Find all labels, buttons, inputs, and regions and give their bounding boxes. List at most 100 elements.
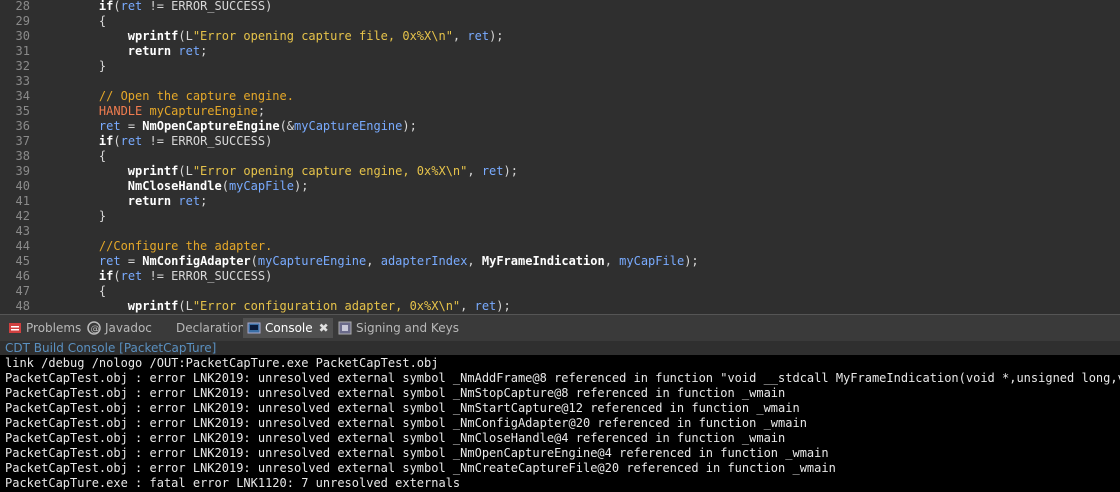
code-line: 35 HANDLE myCaptureEngine; — [0, 104, 1120, 119]
code-text: if(ret != ERROR_SUCCESS) — [70, 0, 272, 14]
code-token: } — [70, 209, 107, 223]
code-token: adapterIndex — [380, 254, 468, 268]
console-line: PacketCapTest.obj : error LNK2019: unres… — [5, 386, 786, 400]
console-line: PacketCapTest.obj : error LNK2019: unres… — [5, 446, 829, 460]
line-number: 35 — [15, 104, 30, 118]
code-token: (L — [178, 29, 193, 43]
code-line: 47 { — [0, 284, 1120, 299]
code-token: ); — [684, 254, 699, 268]
tab-declaration[interactable]: Declaration — [158, 318, 245, 338]
code-line: 42 } — [0, 209, 1120, 224]
code-line: 37 if(ret != ERROR_SUCCESS) — [0, 134, 1120, 149]
line-number: 29 — [15, 14, 30, 28]
tab-signing-and-keys-label: Signing and Keys — [356, 321, 459, 335]
line-number: 30 — [15, 29, 30, 43]
code-token: if — [98, 134, 114, 148]
code-token: ); — [503, 164, 518, 178]
code-token: return — [127, 44, 172, 58]
tab-signing-and-keys[interactable]: Signing and Keys — [338, 318, 459, 338]
line-number: 46 — [15, 269, 30, 283]
code-text: { — [70, 284, 106, 299]
code-token: myCaptureEngine — [294, 119, 403, 133]
code-line: 31 return ret; — [0, 44, 1120, 59]
code-text: NmCloseHandle(myCapFile); — [70, 179, 309, 194]
code-token: myCapFile — [228, 179, 294, 193]
line-number: 32 — [15, 59, 30, 73]
code-token: NmOpenCaptureEngine — [142, 119, 280, 133]
code-text: wprintf(L"Error opening capture file, 0x… — [70, 29, 504, 44]
code-token: ret — [98, 119, 121, 133]
code-token: NmConfigAdapter — [142, 254, 251, 268]
code-token: , — [467, 254, 482, 268]
console-output[interactable]: link /debug /nologo /OUT:PacketCapTure.e… — [0, 355, 1120, 492]
code-token: "Error opening capture engine, 0x%X\n" — [192, 164, 468, 178]
console-line: PacketCapTest.obj : error LNK2019: unres… — [5, 416, 807, 430]
code-token: (L — [178, 299, 193, 313]
code-token: != ERROR_SUCCESS) — [142, 269, 273, 283]
code-token: ( — [221, 179, 229, 193]
code-line: 44 //Configure the adapter. — [0, 239, 1120, 254]
code-text: if(ret != ERROR_SUCCESS) — [70, 269, 272, 284]
line-number: 40 — [15, 179, 30, 193]
code-token: if — [98, 269, 114, 283]
code-text: ret = NmConfigAdapter(myCaptureEngine, a… — [70, 254, 699, 269]
code-token: ); — [489, 29, 504, 43]
tab-javadoc[interactable]: @ Javadoc — [87, 318, 152, 338]
code-token: wprintf — [127, 299, 179, 313]
code-text: // Open the capture engine. — [70, 89, 294, 104]
tab-console[interactable]: Console ✖ — [243, 318, 333, 338]
line-number: 43 — [15, 224, 30, 238]
code-token: ret — [120, 269, 143, 283]
tab-problems-label: Problems — [26, 321, 82, 335]
console-line: PacketCapTest.obj : error LNK2019: unres… — [5, 431, 786, 445]
code-text: HANDLE myCaptureEngine; — [70, 104, 265, 119]
code-line: 30 wprintf(L"Error opening capture file,… — [0, 29, 1120, 44]
code-token: myCapFile — [619, 254, 685, 268]
code-line: 38 { — [0, 149, 1120, 164]
code-text: } — [70, 209, 106, 224]
code-token: (& — [279, 119, 295, 133]
close-icon[interactable]: ✖ — [319, 318, 329, 338]
code-line: 48 wprintf(L"Error configuration adapter… — [0, 299, 1120, 314]
code-line: 41 return ret; — [0, 194, 1120, 209]
code-token: ( — [113, 0, 121, 13]
code-token: ret — [98, 254, 121, 268]
code-token: ; — [200, 194, 208, 208]
code-line: 32 } — [0, 59, 1120, 74]
code-token: , — [366, 254, 381, 268]
code-token: = — [120, 254, 143, 268]
code-token: // Open the capture engine. — [98, 89, 294, 103]
code-token: return — [127, 194, 172, 208]
code-token: ( — [113, 134, 121, 148]
code-token: != ERROR_SUCCESS) — [142, 134, 273, 148]
code-text: return ret; — [70, 44, 208, 59]
code-token: = — [120, 119, 143, 133]
code-token: wprintf — [127, 29, 179, 43]
code-line: 39 wprintf(L"Error opening capture engin… — [0, 164, 1120, 179]
tab-problems[interactable]: Problems — [8, 318, 81, 338]
code-line: 46 if(ret != ERROR_SUCCESS) — [0, 269, 1120, 284]
code-editor[interactable]: 28 if(ret != ERROR_SUCCESS) 29 {30 wprint… — [0, 0, 1120, 314]
code-token: { — [70, 149, 107, 163]
line-number: 44 — [15, 239, 30, 253]
code-token: "Error configuration adapter, 0x%X\n" — [192, 299, 461, 313]
javadoc-icon: @ — [87, 320, 101, 335]
line-number: 39 — [15, 164, 30, 178]
declaration-icon — [158, 321, 172, 335]
console-line: PacketCapTure.exe : fatal error LNK1120:… — [5, 476, 461, 490]
console-icon — [247, 321, 261, 335]
line-number: 41 — [15, 194, 30, 208]
code-line: 40 NmCloseHandle(myCapFile); — [0, 179, 1120, 194]
console-line: PacketCapTest.obj : error LNK2019: unres… — [5, 401, 800, 415]
line-number: 36 — [15, 119, 30, 133]
code-token: } — [70, 59, 107, 73]
code-token: ret — [178, 194, 201, 208]
